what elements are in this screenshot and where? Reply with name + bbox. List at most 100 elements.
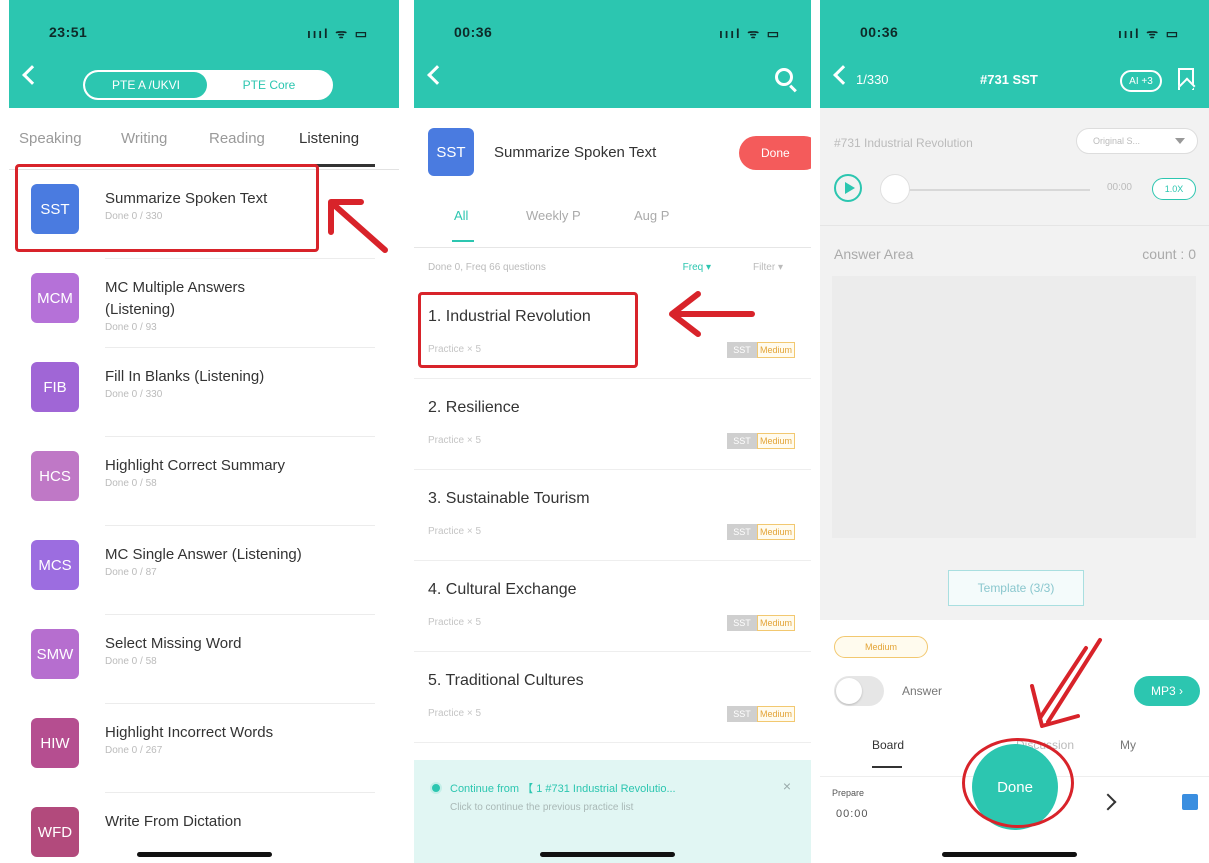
panel-question-detail: 00:36 ıııl ᯤ ▭ 1/330 #731 SST AI +3 #731… <box>820 0 1209 863</box>
question-item[interactable]: 4. Cultural Exchange Practice × 5 SST Mediu… <box>414 561 811 652</box>
status-icons: ıııl ᯤ ▭ <box>307 26 369 41</box>
tab-underline <box>872 766 902 768</box>
ai-score-pill[interactable]: AI +3 <box>1120 70 1162 92</box>
tab-aug[interactable]: Aug P <box>634 208 669 223</box>
practice-count: Practice × 5 <box>428 435 482 446</box>
speed-button[interactable]: 1.0X <box>1152 178 1196 200</box>
practice-count: Practice × 5 <box>428 526 482 537</box>
continue-banner[interactable]: Continue from 【 1 #731 Industrial Revolu… <box>414 760 811 863</box>
status-time: 00:36 <box>454 24 493 40</box>
type-tag: SST <box>727 706 757 722</box>
question-item[interactable]: 3. Sustainable Tourism Practice × 5 SST Med… <box>414 470 811 561</box>
page-title: Summarize Spoken Text <box>494 144 657 161</box>
annotation-box-sst <box>15 164 319 252</box>
segment-pte-core[interactable]: PTE Core <box>207 72 331 98</box>
question-type-text: Select Missing Word Done 0 / 58 <box>105 633 315 669</box>
annotation-arrow-3 <box>1030 638 1102 728</box>
home-indicator <box>540 852 675 857</box>
note-icon[interactable] <box>1182 794 1198 810</box>
practice-count: Practice × 5 <box>428 708 482 719</box>
tab-weekly[interactable]: Weekly P <box>526 208 581 223</box>
sst-icon: SST <box>428 128 474 176</box>
back-icon[interactable] <box>427 65 447 85</box>
voice-select[interactable]: Original S... <box>1076 128 1198 154</box>
mp3-button[interactable]: MP3 › <box>1134 676 1200 706</box>
question-type-icon: WFD <box>31 807 79 857</box>
question-type-item[interactable]: SMW Select Missing Word Done 0 / 58 <box>9 615 399 704</box>
back-icon[interactable] <box>833 65 853 85</box>
question-title: 2. Resilience <box>428 399 520 416</box>
audio-time: 00:00 <box>1106 182 1132 193</box>
question-type-icon: HIW <box>31 718 79 768</box>
top-bar: 00:36 ıııl ᯤ ▭ 1/330 #731 SST AI +3 <box>820 0 1209 108</box>
tab-writing[interactable]: Writing <box>121 130 167 147</box>
tab-reading[interactable]: Reading <box>209 130 265 147</box>
filter-summary: Done 0, Freq 66 questions <box>428 262 546 273</box>
question-title: 4. Cultural Exchange <box>428 581 577 598</box>
annotation-circle-done <box>962 738 1074 828</box>
chevron-down-icon <box>1175 138 1185 144</box>
voice-select-value: Original S... <box>1093 136 1141 146</box>
list-header: SST Summarize Spoken Text Done All Weekl… <box>414 108 811 248</box>
top-bar: 23:51 ıııl ᯤ ▭ PTE A /UKVI PTE Core <box>9 0 399 108</box>
clock-icon <box>430 782 442 794</box>
continue-text[interactable]: Continue from 【 1 #731 Industrial Revolu… <box>450 780 676 796</box>
answer-toggle[interactable] <box>834 676 884 706</box>
tab-my[interactable]: My <box>1120 738 1136 752</box>
question-item[interactable]: 5. Traditional Cultures Practice × 5 SST Me… <box>414 652 811 743</box>
question-type-title: Write From Dictation <box>105 813 242 830</box>
question-type-text: MC Multiple Answers (Listening) Done 0 / … <box>105 277 315 335</box>
answer-textarea[interactable] <box>832 276 1196 538</box>
prepare-label: Prepare <box>832 788 865 798</box>
question-type-progress: Done 0 / 87 <box>105 567 157 578</box>
question-type-item[interactable]: FIB Fill In Blanks (Listening) Done 0 / 33… <box>9 348 399 437</box>
status-icons: ıııl ᯤ ▭ <box>719 26 781 41</box>
difficulty-tag: Medium <box>757 706 795 722</box>
type-tag: SST <box>727 615 757 631</box>
annotation-arrow-1 <box>328 199 388 253</box>
bookmark-icon[interactable] <box>1178 68 1194 90</box>
audio-progress-handle[interactable] <box>880 174 910 204</box>
question-type-item[interactable]: HIW Highlight Incorrect Words Done 0 / 267 <box>9 704 399 793</box>
panel-question-types: 23:51 ıııl ᯤ ▭ PTE A /UKVI PTE Core Spea… <box>9 0 399 863</box>
panel-sst-list: 00:36 ıııl ᯤ ▭ SST Summarize Spoken Text… <box>414 0 811 863</box>
tab-underline <box>452 240 474 242</box>
tab-board[interactable]: Board <box>872 738 904 752</box>
top-bar: 00:36 ıııl ᯤ ▭ <box>414 0 811 108</box>
filter-button[interactable]: Filter ▾ <box>753 262 783 273</box>
difficulty-tag: Medium <box>757 615 795 631</box>
question-type-text: Highlight Incorrect Words Done 0 / 267 <box>105 722 315 758</box>
tab-listening[interactable]: Listening <box>299 130 359 147</box>
question-type-title: Highlight Correct Summary <box>105 457 286 474</box>
close-icon[interactable]: × <box>783 778 791 794</box>
search-icon[interactable] <box>775 68 793 86</box>
question-type-title: Select Missing Word <box>105 635 242 652</box>
practice-count: Practice × 5 <box>428 617 482 628</box>
continue-subtext: Click to continue the previous practice … <box>450 802 634 813</box>
question-type-text: Fill In Blanks (Listening) Done 0 / 330 <box>105 366 315 402</box>
difficulty-tag: Medium <box>757 433 795 449</box>
difficulty-tag: Medium <box>757 524 795 540</box>
prepare-timer: 00:00 <box>836 808 869 820</box>
audio-progress-track[interactable] <box>884 189 1090 191</box>
template-button[interactable]: Template (3/3) <box>948 570 1084 606</box>
home-indicator <box>942 852 1077 857</box>
play-icon[interactable] <box>834 174 862 202</box>
question-type-item[interactable]: MCM MC Multiple Answers (Listening) Done 0… <box>9 259 399 348</box>
annotation-arrow-2 <box>669 291 755 337</box>
exam-type-switch[interactable]: PTE A /UKVI PTE Core <box>83 70 333 100</box>
segment-pte-a[interactable]: PTE A /UKVI <box>85 72 207 98</box>
answer-toggle-label: Answer <box>902 684 943 698</box>
frequency-sort[interactable]: Freq ▾ <box>683 262 711 273</box>
question-type-progress: Done 0 / 58 <box>105 656 157 667</box>
back-icon[interactable] <box>22 65 42 85</box>
question-item[interactable]: 2. Resilience Practice × 5 SST Medium <box>414 379 811 470</box>
question-type-item[interactable]: MCS MC Single Answer (Listening) Done 0 / … <box>9 526 399 615</box>
question-type-icon: MCS <box>31 540 79 590</box>
tab-all[interactable]: All <box>454 208 468 223</box>
tab-speaking[interactable]: Speaking <box>19 130 82 147</box>
question-type-progress: Done 0 / 93 <box>105 322 157 333</box>
question-type-text: Write From Dictation <box>105 811 315 833</box>
done-badge[interactable]: Done <box>739 136 811 170</box>
question-type-item[interactable]: HCS Highlight Correct Summary Done 0 / 58 <box>9 437 399 526</box>
